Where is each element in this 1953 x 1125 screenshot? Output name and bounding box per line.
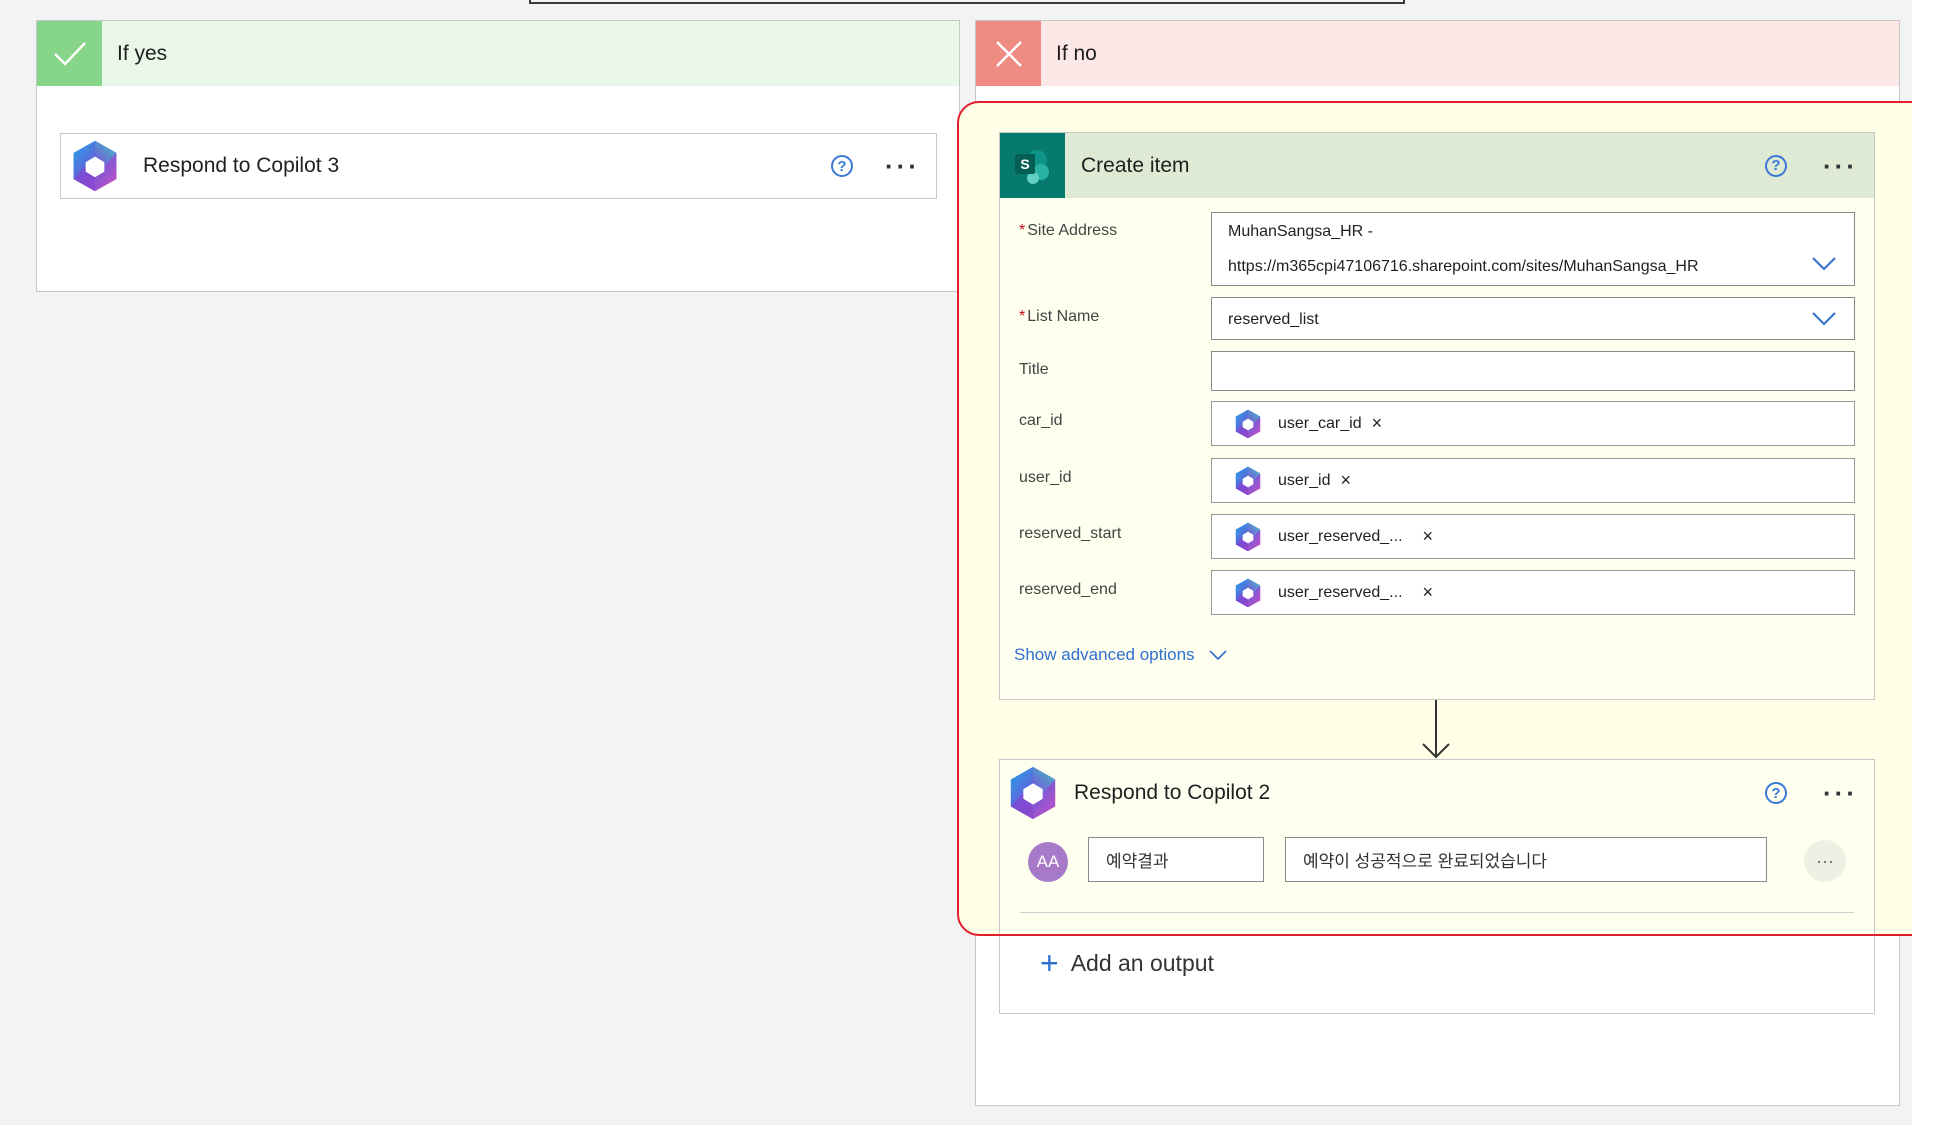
add-an-output-label: Add an output — [1070, 950, 1214, 976]
respond-to-copilot-3-card[interactable]: Respond to Copilot 3 ? ··· — [60, 133, 937, 199]
more-icon[interactable]: ··· — [885, 153, 920, 179]
branch-if-yes: If yes Respond to Copilot 3 ? ··· — [36, 20, 960, 292]
canvas-top-frame — [529, 0, 1405, 4]
branch-if-yes-header[interactable]: If yes — [37, 21, 959, 86]
add-an-output-button[interactable]: + Add an output — [1040, 945, 1214, 982]
close-icon — [976, 21, 1041, 86]
check-icon — [37, 21, 102, 86]
branch-if-no-title: If no — [1056, 41, 1097, 65]
plus-icon: + — [1040, 945, 1059, 981]
copilot-icon — [67, 137, 123, 195]
respond-to-copilot-3-title: Respond to Copilot 3 — [143, 154, 340, 177]
highlight-outline — [957, 101, 1951, 936]
help-icon[interactable]: ? — [831, 155, 854, 177]
page-edge — [1912, 0, 1953, 1125]
branch-if-no-header[interactable]: If no — [976, 21, 1899, 86]
branch-if-yes-title: If yes — [117, 41, 168, 65]
